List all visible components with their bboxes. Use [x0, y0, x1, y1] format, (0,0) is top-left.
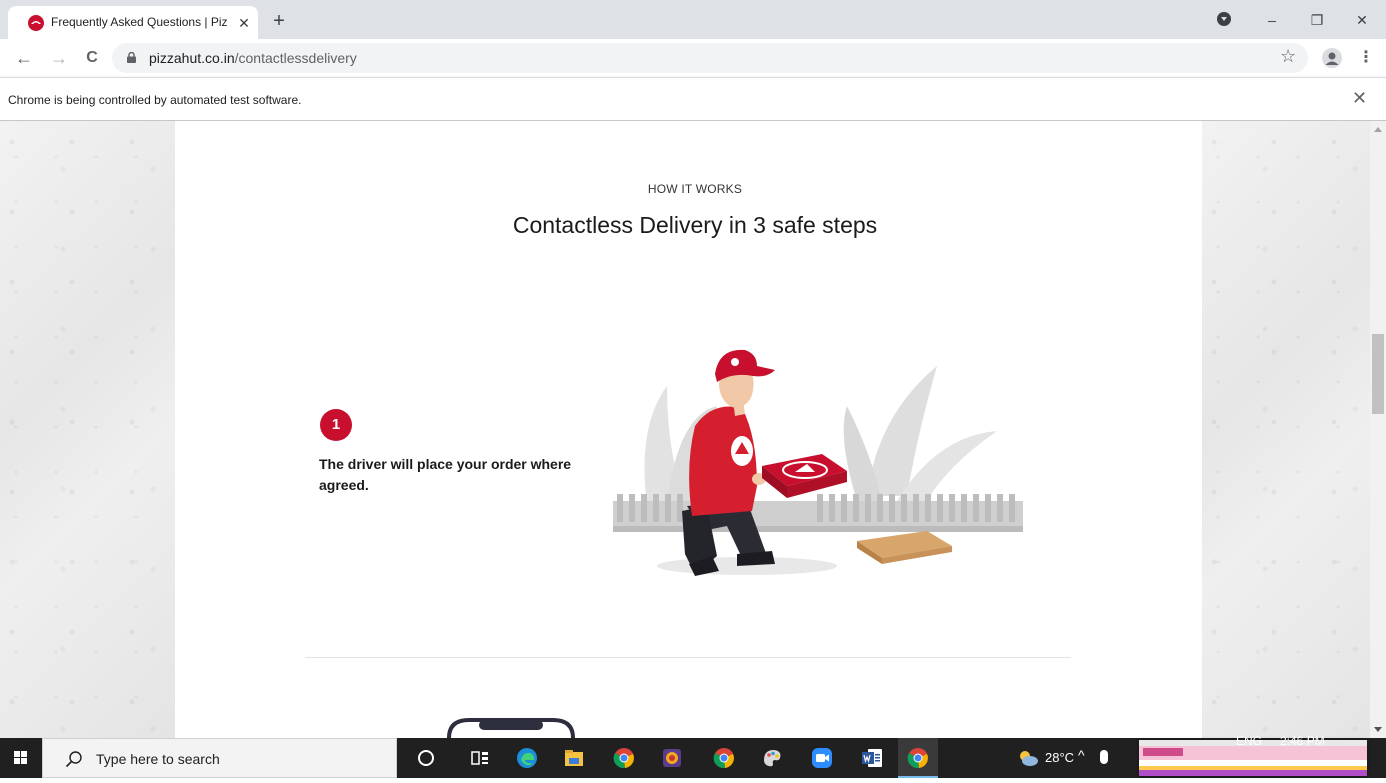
infobar-text: Chrome is being controlled by automated … [8, 93, 302, 107]
minimize-button[interactable]: – [1260, 8, 1284, 32]
browser-toolbar: ← → C pizzahut.co.in/contactlessdelivery… [0, 39, 1386, 77]
forward-button[interactable]: → [47, 46, 71, 70]
background-texture-left [0, 121, 175, 738]
url-path: /contactlessdelivery [234, 50, 357, 66]
scroll-up-arrow-icon[interactable] [1374, 127, 1382, 132]
windows-taskbar: Type here to search 28°C ^ ENG 2:46 PM [0, 734, 1386, 778]
lock-icon [127, 52, 136, 63]
tab-search-icon[interactable] [1217, 12, 1231, 26]
restore-button[interactable]: ❐ [1305, 8, 1329, 32]
word-icon[interactable] [860, 746, 884, 770]
menu-icon[interactable]: ⋮ [1358, 47, 1374, 67]
tab-faq[interactable]: Frequently Asked Questions | Piz ✕ [8, 6, 258, 39]
step-description: The driver will place your order where a… [319, 456, 572, 493]
weather-temperature[interactable]: 28°C [1045, 750, 1074, 765]
start-button[interactable] [0, 738, 42, 778]
step-number-badge: 1 [320, 409, 352, 441]
edge-browser-icon[interactable] [515, 746, 539, 770]
game-app-icon[interactable] [660, 746, 684, 770]
content-panel: HOW IT WORKS Contactless Delivery in 3 s… [175, 121, 1202, 738]
tab-strip: Frequently Asked Questions | Piz ✕ + – ❐… [0, 0, 1386, 39]
new-tab-button[interactable]: + [268, 10, 290, 32]
page-scrollbar[interactable] [1370, 121, 1386, 738]
chrome-icon-active [907, 748, 928, 769]
chrome-icon[interactable] [612, 746, 636, 770]
microphone-icon[interactable] [1100, 750, 1108, 764]
page-title: Contactless Delivery in 3 safe steps [512, 212, 878, 238]
section-divider [305, 657, 1071, 658]
back-button[interactable]: ← [12, 46, 36, 70]
tab-close-icon[interactable]: ✕ [235, 14, 253, 32]
zoom-app-icon[interactable] [810, 746, 834, 770]
search-icon [65, 751, 82, 768]
reload-button[interactable]: C [80, 46, 104, 70]
file-explorer-icon[interactable] [562, 746, 586, 770]
tab-title: Frequently Asked Questions | Piz [51, 15, 228, 29]
close-window-button[interactable]: ✕ [1350, 8, 1374, 32]
cortana-icon[interactable] [414, 746, 438, 770]
address-bar[interactable]: pizzahut.co.in/contactlessdelivery [112, 43, 1308, 73]
scroll-down-arrow-icon[interactable] [1374, 727, 1382, 732]
taskbar-search-box[interactable]: Type here to search [42, 738, 397, 778]
infobar-close-icon[interactable]: ✕ [1352, 88, 1367, 109]
page-viewport: HOW IT WORKS Contactless Delivery in 3 s… [0, 121, 1386, 738]
background-texture-right [1202, 121, 1370, 738]
next-step-illustration-top [447, 718, 575, 738]
url-domain: pizzahut.co.in [149, 50, 235, 66]
show-hidden-icons-chevron-up-icon[interactable]: ^ [1078, 747, 1085, 763]
scrollbar-thumb[interactable] [1372, 334, 1384, 414]
person-icon [1325, 52, 1339, 65]
automation-infobar: Chrome is being controlled by automated … [0, 77, 1386, 121]
active-chrome-taskbar-button[interactable] [898, 738, 938, 778]
chrome-icon-2[interactable] [712, 746, 736, 770]
weather-cloudy-icon[interactable] [1015, 746, 1041, 770]
taskbar-clock[interactable]: 2:46 PM [1280, 734, 1325, 748]
section-eyebrow: HOW IT WORKS [647, 182, 743, 196]
paint-icon[interactable] [760, 746, 784, 770]
search-placeholder: Type here to search [96, 751, 220, 767]
url-text: pizzahut.co.in/contactlessdelivery [149, 50, 357, 66]
input-language[interactable]: ENG [1236, 734, 1262, 748]
delivery-driver-illustration [613, 349, 1023, 576]
pizzahut-favicon-icon [28, 15, 44, 31]
profile-avatar-icon[interactable] [1322, 48, 1342, 68]
bookmark-star-icon[interactable]: ☆ [1280, 46, 1296, 67]
windows-logo-icon [14, 751, 27, 764]
task-view-icon[interactable] [468, 746, 492, 770]
